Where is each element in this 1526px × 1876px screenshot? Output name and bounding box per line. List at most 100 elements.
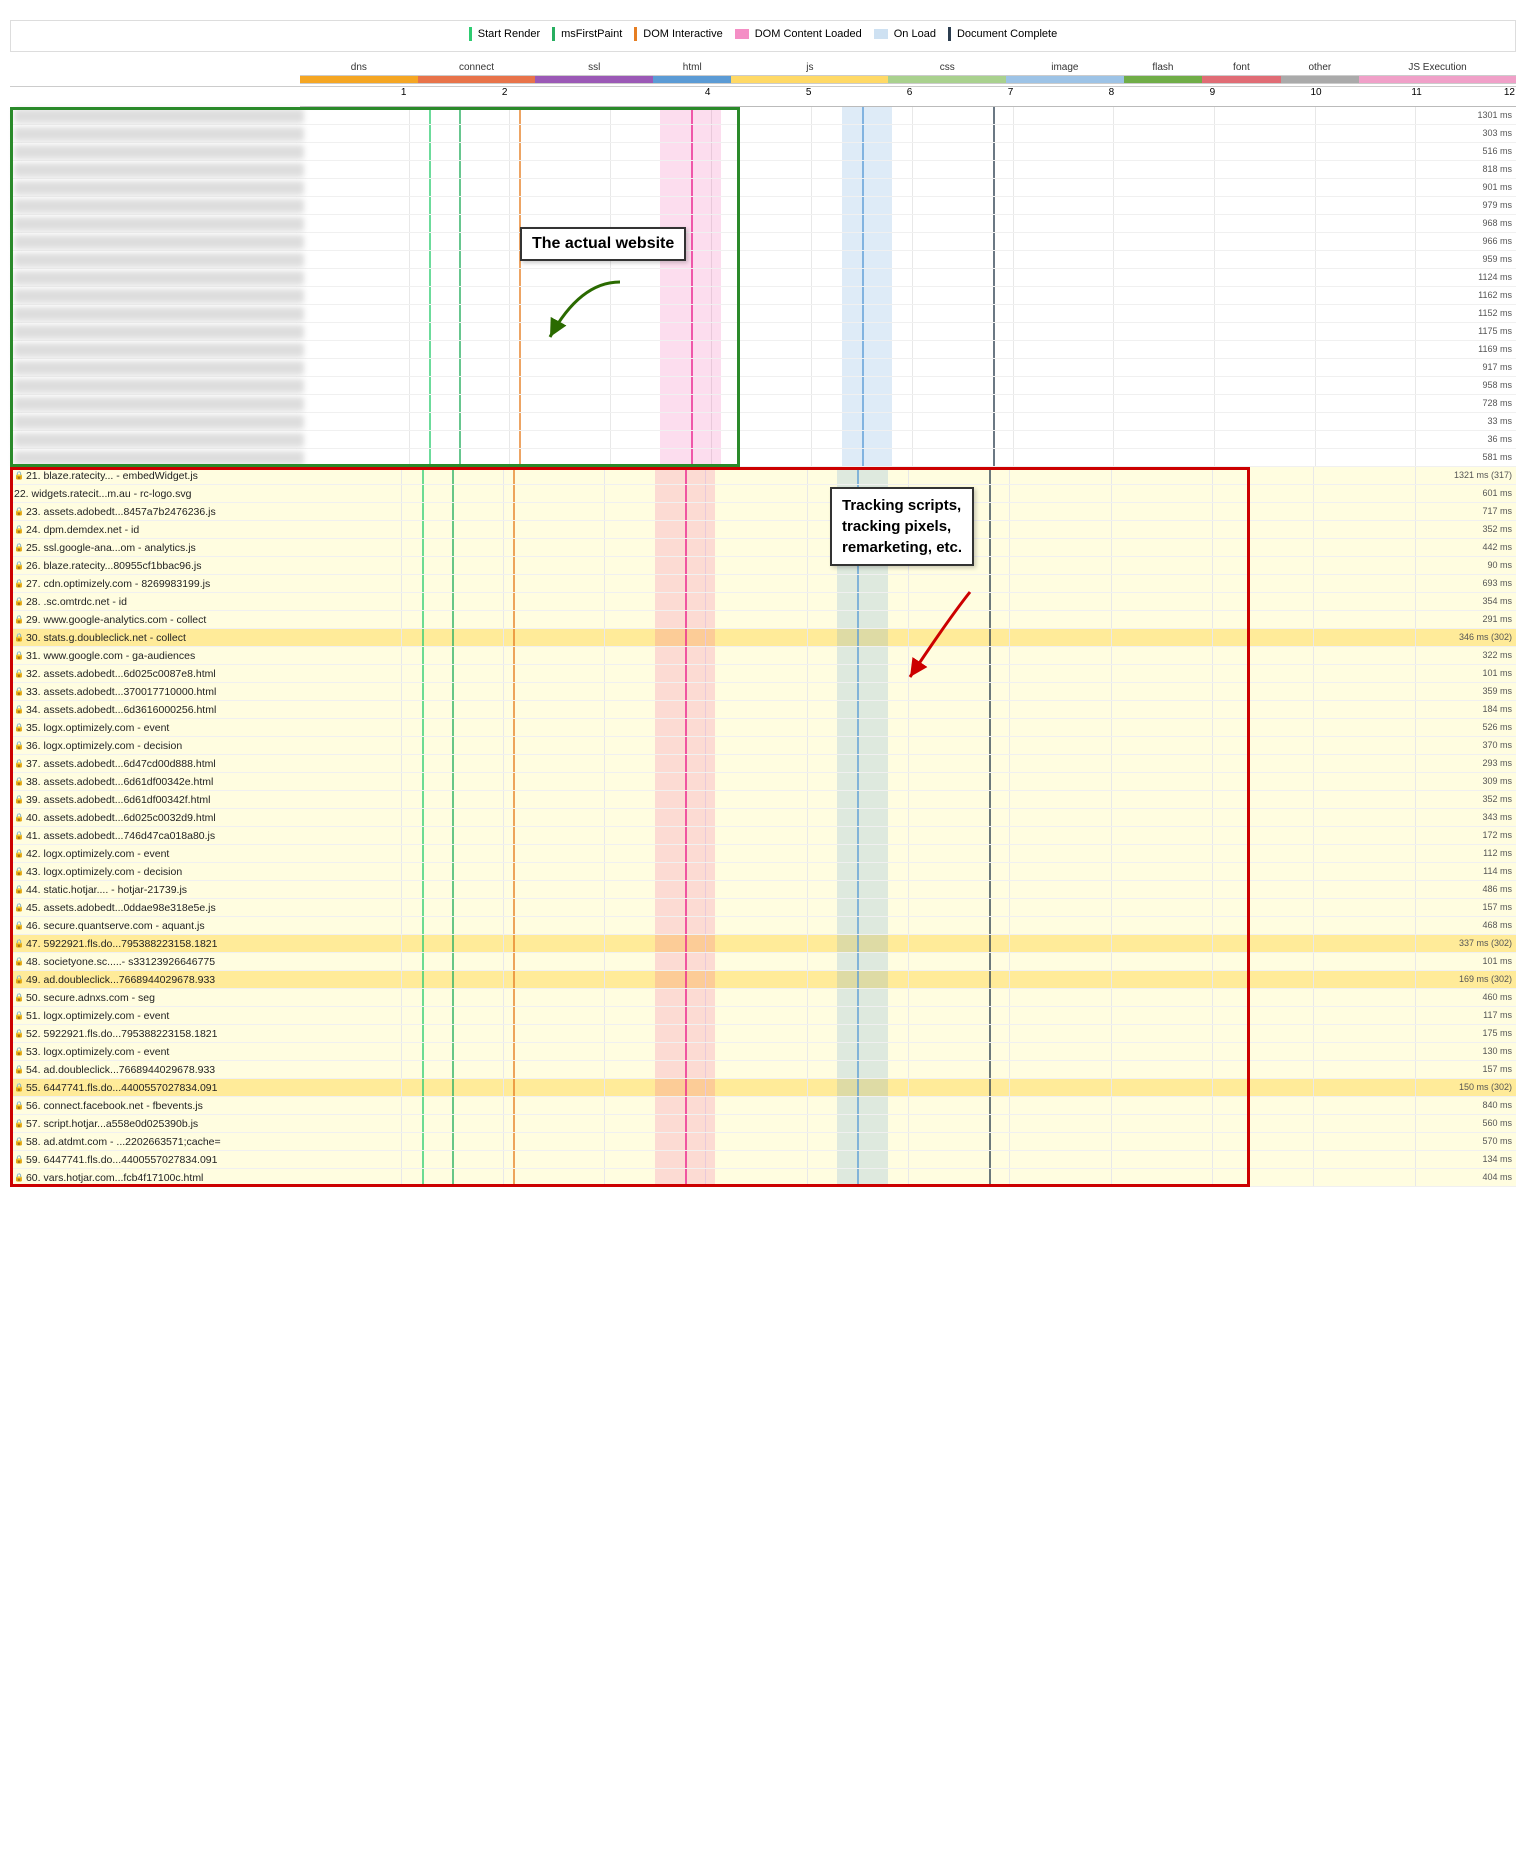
row-bar-area: 150 ms (302)	[300, 1079, 1516, 1096]
timeline-header-area: 1 2 4 5 6 7 8 9 10 11 12	[300, 87, 1516, 107]
row-timing: 346 ms (302)	[1459, 632, 1512, 642]
table-row: 🔒24. dpm.demdex.net - id352 ms	[10, 521, 1516, 539]
row-label: 🔒30. stats.g.doubleclick.net - collect	[10, 632, 300, 644]
row-bar-area: 581 ms	[308, 449, 1516, 466]
lock-icon: 🔒	[14, 561, 24, 570]
lock-icon: 🔒	[14, 741, 24, 750]
row-timing: 157 ms	[1482, 902, 1512, 912]
row-label: 🔒28. .sc.omtrdc.net - id	[10, 596, 300, 608]
row-bar-area: 343 ms	[300, 809, 1516, 826]
lock-icon: 🔒	[14, 813, 24, 822]
row-timing: 359 ms	[1482, 686, 1512, 696]
row-label: 🔒33. assets.adobedt...370017710000.html	[10, 686, 300, 698]
row-timing: 343 ms	[1482, 812, 1512, 822]
row-timing: 169 ms (302)	[1459, 974, 1512, 984]
table-row: 1301 ms	[10, 107, 1516, 125]
lock-icon: 🔒	[14, 525, 24, 534]
row-bar-area: 968 ms	[308, 215, 1516, 232]
row-label: 🔒53. logx.optimizely.com - event	[10, 1046, 300, 1058]
row-timing: 352 ms	[1482, 524, 1512, 534]
row-label	[14, 307, 304, 321]
row-timing: 130 ms	[1482, 1046, 1512, 1056]
table-row: 🔒41. assets.adobedt...746d47ca018a80.js1…	[10, 827, 1516, 845]
table-row: 🔒34. assets.adobedt...6d3616000256.html 1…	[10, 701, 1516, 719]
lock-icon: 🔒	[14, 1101, 24, 1110]
row-timing: 101 ms	[1482, 668, 1512, 678]
row-bar-area: 516 ms	[308, 143, 1516, 160]
row-label: 🔒34. assets.adobedt...6d3616000256.html	[10, 704, 300, 716]
row-bar-area: 1175 ms	[308, 323, 1516, 340]
table-row: 🔒36. logx.optimizely.com - decision370 m…	[10, 737, 1516, 755]
row-timing: 33 ms	[1487, 416, 1512, 426]
row-bar-area: 101 ms	[300, 953, 1516, 970]
row-bar-area: 169 ms (302)	[300, 971, 1516, 988]
row-bar-area: 352 ms	[300, 791, 1516, 808]
row-bar-area: 1301 ms	[308, 107, 1516, 124]
row-timing: 150 ms (302)	[1459, 1082, 1512, 1092]
table-row: 🔒21. blaze.ratecity... - embedWidget.js1…	[10, 467, 1516, 485]
row-timing: 581 ms	[1482, 452, 1512, 462]
row-label	[14, 271, 304, 285]
row-timing: 486 ms	[1482, 884, 1512, 894]
row-bar-area: 33 ms	[308, 413, 1516, 430]
lock-icon: 🔒	[14, 993, 24, 1002]
table-row: 516 ms	[10, 143, 1516, 161]
row-label	[14, 217, 304, 231]
waterfall-view: dns connect ssl html js css image flash …	[10, 58, 1516, 1187]
row-label: 🔒60. vars.hotjar.com...fcb4f17100c.html	[10, 1172, 300, 1184]
row-timing: 404 ms	[1482, 1172, 1512, 1182]
row-timing: 291 ms	[1482, 614, 1512, 624]
row-bar-area: 134 ms	[300, 1151, 1516, 1168]
row-label: 🔒21. blaze.ratecity... - embedWidget.js	[10, 470, 300, 482]
row-timing: 601 ms	[1482, 488, 1512, 498]
row-timing: 114 ms	[1483, 866, 1512, 876]
row-bar-area: 468 ms	[300, 917, 1516, 934]
row-bar-area: 157 ms	[300, 1061, 1516, 1078]
row-timing: 172 ms	[1482, 830, 1512, 840]
row-label	[14, 433, 304, 447]
legend-msfirstpaint: msFirstPaint	[552, 27, 622, 41]
table-row: 979 ms	[10, 197, 1516, 215]
row-label: 🔒29. www.google-analytics.com - collect	[10, 614, 300, 626]
row-bar-area: 184 ms	[300, 701, 1516, 718]
row-timing: 818 ms	[1482, 164, 1512, 174]
table-row: 33 ms	[10, 413, 1516, 431]
table-row: 1169 ms	[10, 341, 1516, 359]
table-row: 901 ms	[10, 179, 1516, 197]
page-title	[0, 0, 1526, 20]
lock-icon: 🔒	[14, 903, 24, 912]
lock-icon: 🔒	[14, 579, 24, 588]
lock-icon: 🔒	[14, 975, 24, 984]
row-timing: 1169 ms	[1478, 344, 1512, 354]
lock-icon: 🔒	[14, 705, 24, 714]
lock-icon: 🔒	[14, 777, 24, 786]
tracking-arrow	[870, 587, 990, 690]
lock-icon: 🔒	[14, 831, 24, 840]
row-label	[14, 325, 304, 339]
table-row: 🔒51. logx.optimizely.com - event117 ms	[10, 1007, 1516, 1025]
row-timing: 90 ms	[1487, 560, 1512, 570]
row-label	[14, 127, 304, 141]
row-label: 🔒27. cdn.optimizely.com - 8269983199.js	[10, 578, 300, 590]
row-label: 🔒37. assets.adobedt...6d47cd00d888.html	[10, 758, 300, 770]
table-row: 🔒58. ad.atdmt.com - ...2202663571;cache=…	[10, 1133, 1516, 1151]
table-row: 🔒56. connect.facebook.net - fbevents.js8…	[10, 1097, 1516, 1115]
row-timing: 184 ms	[1482, 704, 1512, 714]
table-row: 958 ms	[10, 377, 1516, 395]
lock-icon: 🔒	[14, 957, 24, 966]
table-row: 🔒55. 6447741.fls.do...4400557027834.091 1…	[10, 1079, 1516, 1097]
row-label: 🔒55. 6447741.fls.do...4400557027834.091	[10, 1082, 300, 1094]
table-row: 🔒57. script.hotjar...a558e0d025390b.js56…	[10, 1115, 1516, 1133]
table-row: 🔒32. assets.adobedt...6d025c0087e8.html1…	[10, 665, 1516, 683]
row-label	[14, 397, 304, 411]
table-row: 🔒28. .sc.omtrdc.net - id354 ms	[10, 593, 1516, 611]
table-row: 966 ms	[10, 233, 1516, 251]
lock-icon: 🔒	[14, 651, 24, 660]
row-label: 22. widgets.ratecit...m.au - rc-logo.svg	[10, 488, 300, 500]
row-label: 🔒31. www.google.com - ga-audiences	[10, 650, 300, 662]
row-label: 🔒23. assets.adobedt...8457a7b2476236.js	[10, 506, 300, 518]
row-timing: 728 ms	[1482, 398, 1512, 408]
row-bar-area: 404 ms	[300, 1169, 1516, 1186]
actual-website-annotation: The actual website	[520, 227, 686, 261]
table-row: 36 ms	[10, 431, 1516, 449]
